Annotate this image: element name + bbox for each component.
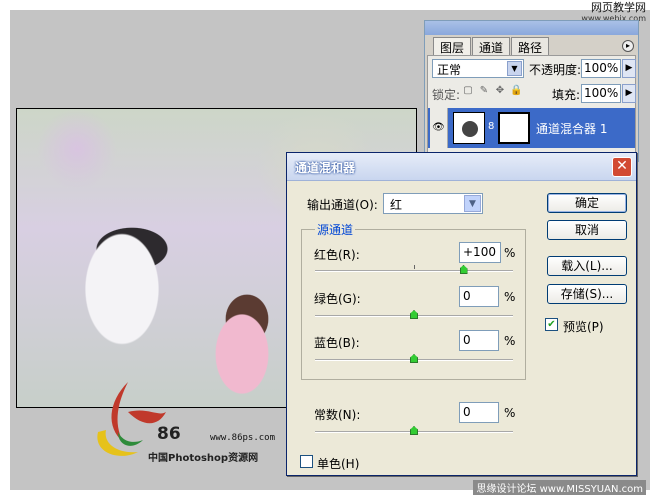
lock-transparent-icon[interactable]: ▢	[462, 85, 474, 99]
opacity-input[interactable]: 100%	[581, 59, 621, 78]
green-label: 绿色(G):	[314, 292, 361, 306]
layer-mask-thumbnail	[498, 112, 530, 144]
chevron-down-icon: ▼	[507, 61, 522, 76]
save-button[interactable]: 存储(S)...	[547, 284, 627, 304]
blend-mode-select[interactable]: 正常 ▼	[432, 59, 524, 78]
layers-panel-tabs: 图层 通道 路径	[433, 37, 550, 55]
monochrome-label: 单色(H)	[317, 457, 360, 471]
green-percent: %	[504, 290, 516, 304]
layers-panel-titlebar[interactable]	[425, 21, 638, 35]
close-icon[interactable]: ✕	[612, 157, 632, 177]
opacity-label: 不透明度:	[529, 63, 582, 77]
monochrome-checkbox[interactable]	[300, 455, 313, 468]
blue-percent: %	[504, 334, 516, 348]
layers-panel-body: 正常 ▼ 不透明度: 100% ▶ 锁定: ▢ ✎ ✥ 🔒 填充: 100% ▶…	[427, 55, 636, 166]
ok-button[interactable]: 确定	[547, 193, 627, 213]
layer-row-channel-mixer[interactable]: 👁 8 通道混合器 1	[428, 108, 635, 148]
watermark-top-line1: 网页教学网	[591, 1, 646, 14]
lock-all-icon[interactable]: 🔒	[510, 85, 522, 99]
logo-url: www.86ps.com	[210, 433, 276, 443]
panel-menu-icon[interactable]: ▸	[622, 40, 634, 52]
logo-site-name: 中国Photoshop资源网	[148, 453, 259, 464]
cancel-button[interactable]: 取消	[547, 220, 627, 240]
logo-number: 86	[157, 424, 181, 444]
red-percent: %	[504, 246, 516, 260]
preview-checkbox[interactable]: ✔	[545, 318, 558, 331]
fill-arrow-icon[interactable]: ▶	[622, 84, 636, 103]
lock-brush-icon[interactable]: ✎	[478, 85, 490, 99]
blue-label: 蓝色(B):	[314, 336, 360, 350]
output-channel-select[interactable]: 红 ▼	[383, 193, 483, 214]
lock-icons: ▢ ✎ ✥ 🔒	[462, 85, 522, 99]
constant-label: 常数(N):	[314, 408, 361, 422]
output-channel-value: 红	[390, 198, 403, 212]
red-slider-center-tick	[414, 265, 415, 269]
output-channel-label: 输出通道(O):	[307, 198, 378, 212]
opacity-arrow-icon[interactable]: ▶	[622, 59, 636, 78]
blend-mode-value: 正常	[437, 63, 462, 77]
channel-mixer-dialog: 通道混和器 ✕ 输出通道(O): 红 ▼ 源通道 红色(R): +100 % 绿…	[286, 152, 637, 476]
red-slider-track[interactable]	[315, 270, 513, 272]
layers-panel: 图层 通道 路径 ▸ 正常 ▼ 不透明度: 100% ▶ 锁定: ▢ ✎ ✥ 🔒…	[424, 20, 639, 166]
layer-name: 通道混合器 1	[536, 122, 608, 136]
lock-label: 锁定:	[432, 88, 461, 102]
constant-input[interactable]: 0	[459, 402, 499, 423]
watermark-bottom: 思缘设计论坛 www.MISSYUAN.com	[473, 480, 646, 495]
constant-slider-handle[interactable]	[410, 426, 418, 435]
preview-label: 预览(P)	[563, 320, 604, 334]
tab-layers[interactable]: 图层	[433, 37, 472, 55]
chevron-down-icon: ▼	[464, 195, 481, 212]
tab-channels[interactable]: 通道	[472, 37, 511, 55]
tab-paths[interactable]: 路径	[511, 37, 550, 55]
eye-icon[interactable]: 👁	[430, 108, 448, 148]
dialog-titlebar[interactable]: 通道混和器 ✕	[287, 153, 636, 181]
red-input[interactable]: +100	[459, 242, 501, 263]
chain-link-icon[interactable]: 8	[488, 121, 494, 132]
green-input[interactable]: 0	[459, 286, 499, 307]
constant-percent: %	[504, 406, 516, 420]
lock-move-icon[interactable]: ✥	[494, 85, 506, 99]
adjustment-thumbnail-icon	[453, 112, 485, 144]
load-button[interactable]: 载入(L)...	[547, 256, 627, 276]
fill-input[interactable]: 100%	[581, 84, 621, 103]
red-label: 红色(R):	[314, 248, 360, 262]
fill-label: 填充:	[552, 88, 581, 102]
dialog-title: 通道混和器	[295, 161, 356, 175]
blue-input[interactable]: 0	[459, 330, 499, 351]
source-channels-title: 源通道	[315, 221, 356, 238]
